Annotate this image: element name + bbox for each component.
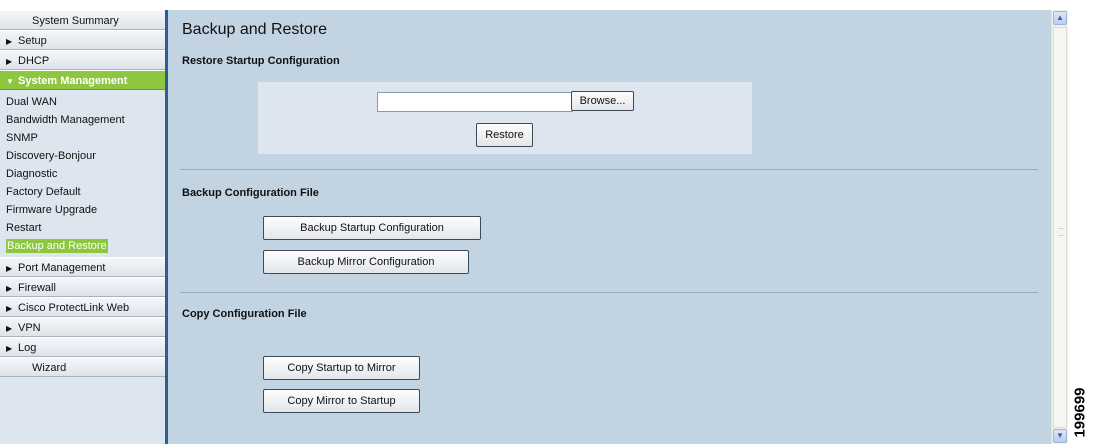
- sidebar-item-wizard[interactable]: Wizard: [0, 357, 165, 377]
- section-divider: [180, 169, 1038, 170]
- submenu-item-label: Bandwidth Management: [6, 114, 125, 126]
- main-content: Backup and Restore Restore Startup Confi…: [168, 10, 1051, 444]
- submenu-item-bandwidth-management[interactable]: Bandwidth Management: [0, 111, 165, 129]
- grip-icon: [1058, 228, 1064, 236]
- sidebar-item-log[interactable]: ▶ Log: [0, 337, 165, 357]
- caret-down-icon: ▼: [6, 77, 14, 86]
- sidebar-item-label: Port Management: [18, 262, 106, 274]
- sidebar-item-label: VPN: [18, 322, 41, 334]
- browse-button[interactable]: Browse...: [571, 91, 634, 111]
- system-management-submenu: Dual WAN Bandwidth Management SNMP Disco…: [0, 90, 165, 257]
- scrollbar-thumb[interactable]: [1053, 27, 1067, 428]
- caret-right-icon: ▶: [6, 37, 13, 46]
- submenu-item-factory-default[interactable]: Factory Default: [0, 183, 165, 201]
- copy-startup-to-mirror-button[interactable]: Copy Startup to Mirror: [263, 356, 420, 380]
- backup-section-heading: Backup Configuration File: [182, 187, 319, 199]
- submenu-item-label: Firmware Upgrade: [6, 204, 98, 216]
- submenu-item-label: SNMP: [6, 132, 38, 144]
- caret-right-icon: ▶: [6, 344, 13, 353]
- restore-panel: Browse... Restore: [258, 82, 752, 154]
- submenu-item-diagnostic[interactable]: Diagnostic: [0, 165, 165, 183]
- copy-mirror-to-startup-button[interactable]: Copy Mirror to Startup: [263, 389, 420, 413]
- backup-mirror-config-button[interactable]: Backup Mirror Configuration: [263, 250, 469, 274]
- submenu-item-label: Dual WAN: [6, 96, 57, 108]
- sidebar-item-label: Setup: [18, 35, 47, 47]
- scroll-down-icon[interactable]: ▼: [1053, 429, 1067, 443]
- admin-window: System Summary ▶ Setup ▶ DHCP ▼ System Mana…: [0, 0, 1097, 444]
- caret-right-icon: ▶: [6, 304, 13, 313]
- sidebar-item-label: Wizard: [32, 362, 67, 374]
- submenu-item-label: Diagnostic: [6, 168, 58, 180]
- submenu-item-label: Backup and Restore: [6, 239, 108, 253]
- submenu-item-restart[interactable]: Restart: [0, 219, 165, 237]
- sidebar-item-firewall[interactable]: ▶ Firewall: [0, 277, 165, 297]
- sidebar-item-port-management[interactable]: ▶ Port Management: [0, 257, 165, 277]
- scroll-up-icon[interactable]: ▲: [1053, 11, 1067, 25]
- submenu-item-discovery-bonjour[interactable]: Discovery-Bonjour: [0, 147, 165, 165]
- sidebar-item-label: DHCP: [18, 55, 50, 67]
- submenu-item-snmp[interactable]: SNMP: [0, 129, 165, 147]
- caret-right-icon: ▶: [6, 264, 13, 273]
- submenu-item-dual-wan[interactable]: Dual WAN: [0, 93, 165, 111]
- sidebar-item-cisco-protectlink-web[interactable]: ▶ Cisco ProtectLink Web: [0, 297, 165, 317]
- sidebar-item-setup[interactable]: ▶ Setup: [0, 30, 165, 50]
- sidebar-item-label: System Summary: [32, 15, 119, 27]
- restore-file-input[interactable]: [377, 92, 573, 112]
- section-divider: [180, 292, 1038, 293]
- copy-section-heading: Copy Configuration File: [182, 308, 307, 320]
- restore-button[interactable]: Restore: [476, 123, 533, 147]
- submenu-item-label: Factory Default: [6, 186, 81, 198]
- caret-right-icon: ▶: [6, 284, 13, 293]
- vertical-scrollbar[interactable]: ▲ ▼: [1051, 10, 1068, 444]
- sidebar-item-label: System Management: [18, 75, 128, 87]
- caret-right-icon: ▶: [6, 324, 13, 333]
- page-title: Backup and Restore: [182, 21, 327, 38]
- sidebar-nav: System Summary ▶ Setup ▶ DHCP ▼ System Mana…: [0, 10, 168, 444]
- sidebar-item-label: Firewall: [18, 282, 56, 294]
- sidebar-item-system-management[interactable]: ▼ System Management: [0, 70, 165, 90]
- sidebar-item-label: Cisco ProtectLink Web: [18, 302, 130, 314]
- restore-section-heading: Restore Startup Configuration: [182, 55, 340, 67]
- figure-id-label-container: 199699: [1068, 384, 1097, 444]
- submenu-item-label: Restart: [6, 222, 42, 234]
- submenu-item-firmware-upgrade[interactable]: Firmware Upgrade: [0, 201, 165, 219]
- sidebar-item-system-summary[interactable]: System Summary: [0, 10, 165, 30]
- backup-startup-config-button[interactable]: Backup Startup Configuration: [263, 216, 481, 240]
- sidebar-item-label: Log: [18, 342, 37, 354]
- sidebar-item-dhcp[interactable]: ▶ DHCP: [0, 50, 165, 70]
- submenu-item-backup-and-restore[interactable]: Backup and Restore: [0, 237, 165, 255]
- sidebar-item-vpn[interactable]: ▶ VPN: [0, 317, 165, 337]
- caret-right-icon: ▶: [6, 57, 13, 66]
- figure-id-label: 199699: [1071, 387, 1089, 438]
- submenu-item-label: Discovery-Bonjour: [6, 150, 96, 162]
